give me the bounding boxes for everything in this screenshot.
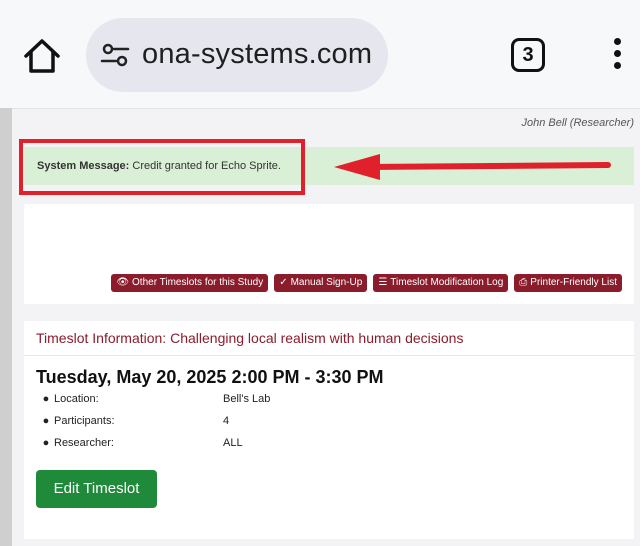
printer-friendly-button[interactable]: ⎙ Printer-Friendly List	[514, 274, 622, 292]
printer-friendly-label: Printer-Friendly List	[530, 277, 617, 288]
action-button-row: 👁︎ Other Timeslots for this Study ✓ Manu…	[111, 274, 622, 292]
study-actions-card: 👁︎ Other Timeslots for this Study ✓ Manu…	[24, 204, 634, 304]
user-icon: ●	[42, 437, 50, 449]
map-marker-icon: ●	[42, 393, 50, 405]
manual-signup-label: Manual Sign-Up	[290, 277, 363, 288]
url-text[interactable]: ona-systems.com	[142, 38, 372, 71]
modification-log-button[interactable]: ☰ Timeslot Modification Log	[373, 274, 509, 292]
researcher-value: ALL	[223, 437, 243, 449]
manual-signup-button[interactable]: ✓ Manual Sign-Up	[274, 274, 368, 292]
location-label: ● Location:	[40, 393, 99, 405]
participants-label-text: Participants:	[54, 415, 115, 427]
list-icon: ☰	[378, 277, 388, 288]
other-timeslots-label: Other Timeslots for this Study	[132, 277, 264, 288]
printer-icon: ⎙	[519, 277, 528, 288]
participants-label: ● Participants:	[40, 415, 115, 427]
browser-toolbar: ona-systems.com 3	[0, 0, 640, 109]
study-title-link[interactable]: Challenging local realism with human dec…	[170, 330, 463, 346]
timeslot-info-label: Timeslot Information:	[36, 330, 167, 346]
other-timeslots-button[interactable]: 👁︎ Other Timeslots for this Study	[111, 274, 269, 292]
site-settings-icon[interactable]	[100, 40, 130, 70]
timeslot-datetime: Tuesday, May 20, 2025 2:00 PM - 3:30 PM	[36, 367, 384, 387]
left-gutter	[0, 108, 12, 546]
annotation-highlight-box	[19, 139, 305, 195]
researcher-label-text: Researcher:	[54, 437, 114, 449]
current-user-label: John Bell (Researcher)	[521, 117, 635, 129]
check-icon: ✓	[279, 277, 288, 288]
home-icon[interactable]	[20, 36, 64, 76]
more-menu-icon[interactable]	[608, 38, 626, 74]
eye-icon: 👁︎	[116, 277, 130, 288]
researcher-label: ● Researcher:	[40, 437, 114, 449]
users-icon: ●	[42, 415, 50, 427]
tab-switcher-button[interactable]: 3	[511, 38, 545, 72]
timeslot-card-header: Timeslot Information: Challenging local …	[24, 321, 634, 356]
annotation-arrow	[334, 154, 611, 180]
edit-timeslot-button[interactable]: Edit Timeslot	[36, 470, 157, 508]
location-label-text: Location:	[54, 393, 99, 405]
timeslot-info-card: Timeslot Information: Challenging local …	[24, 321, 634, 539]
participants-value: 4	[223, 415, 230, 427]
location-value: Bell's Lab	[223, 393, 271, 405]
modification-log-label: Timeslot Modification Log	[390, 277, 504, 288]
